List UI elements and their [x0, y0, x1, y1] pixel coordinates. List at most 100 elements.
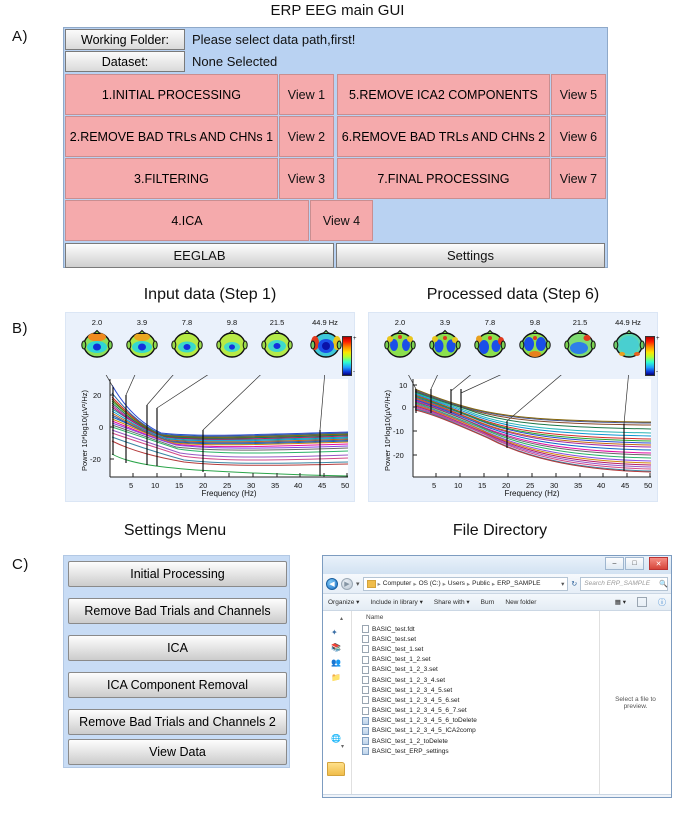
file-icon — [362, 686, 369, 695]
settings-button-initial-processing[interactable]: Initial Processing — [68, 561, 287, 587]
list-item[interactable]: BASIC_test_1_2_3_4_5.set — [362, 685, 599, 695]
explorer-body: ▴ ✦ 📚 👥 📁 🌐 ▾ Name BASIC_test.fdt BASIC_… — [323, 611, 671, 794]
breadcrumb-item-computer[interactable]: Computer — [383, 580, 412, 587]
list-item[interactable]: BASIC_test_1.set — [362, 644, 599, 654]
homegroup-icon[interactable]: 👥 — [331, 658, 351, 667]
maximize-icon[interactable]: □ — [625, 557, 644, 570]
topoplot-row-processed: 2.0 3.9 7.8 9.8 21.5 44.9 Hz + - — [369, 318, 660, 380]
step-button-2[interactable]: 2.REMOVE BAD TRLs AND CHNs 1 — [65, 116, 278, 157]
toolbar-new-folder[interactable]: New folder — [505, 599, 536, 606]
settings-button-ica-component-removal[interactable]: ICA Component Removal — [68, 672, 287, 698]
y-tick: -10 — [393, 427, 404, 436]
topoplot-head-icon — [613, 329, 645, 358]
step-button-6[interactable]: 6.REMOVE BAD TRLs AND CHNs 2 — [337, 116, 550, 157]
step-button-1[interactable]: 1.INITIAL PROCESSING — [65, 74, 278, 115]
y-tick: -20 — [393, 451, 404, 460]
breadcrumb-item-erp-sample[interactable]: ERP_SAMPLE — [497, 580, 540, 587]
list-item[interactable]: BASIC_test_1_2_3_4_5_ICA2comp — [362, 726, 599, 736]
computer-folder-icon[interactable]: 📁 — [331, 673, 351, 682]
step-grid: 1.INITIAL PROCESSING View 1 5.REMOVE ICA… — [65, 74, 606, 242]
breadcrumb[interactable]: ▸ Computer ▸ OS (C:) ▸ Users ▸ Public ▸ … — [362, 576, 569, 591]
view-button-6[interactable]: View 6 — [550, 116, 606, 157]
list-item[interactable]: BASIC_test_1_2_3.set — [362, 665, 599, 675]
breadcrumb-separator: ▸ — [413, 580, 417, 588]
y-tick: 0 — [99, 423, 104, 432]
libraries-icon[interactable]: 📚 — [331, 643, 351, 652]
step-button-4[interactable]: 4.ICA — [65, 200, 309, 241]
view-button-7[interactable]: View 7 — [550, 158, 606, 199]
topo-freq-label: 44.9 Hz — [615, 318, 641, 327]
list-item[interactable]: BASIC_test_1_2_toDelete — [362, 736, 599, 746]
collapse-caret-icon[interactable]: ▴ — [340, 615, 351, 622]
file-icon — [362, 655, 369, 664]
view-layout-icon[interactable]: ▦ ▾ — [615, 598, 626, 606]
panel-c-settings-and-files: C) Settings Menu File Directory Initial … — [0, 522, 675, 814]
working-folder-button[interactable]: Working Folder: — [65, 29, 185, 50]
mat-file-icon — [362, 737, 369, 746]
step-button-3[interactable]: 3.FILTERING — [65, 158, 278, 199]
search-input[interactable]: Search ERP_SAMPLE — [580, 576, 669, 591]
file-directory-title: File Directory — [452, 522, 548, 539]
favorites-icon[interactable]: ✦ — [331, 628, 351, 637]
view-button-1[interactable]: View 1 — [278, 74, 334, 115]
topo-freq-label: 21.5 — [572, 318, 588, 327]
list-item[interactable]: BASIC_test.set — [362, 634, 599, 644]
view-button-3[interactable]: View 3 — [278, 158, 334, 199]
list-item[interactable]: BASIC_test_1_2_3_4_5_6_toDelete — [362, 716, 599, 726]
column-header-name[interactable]: Name — [366, 614, 599, 621]
settings-button-remove-bad-trials-channels-2[interactable]: Remove Bad Trials and Channels 2 — [68, 709, 287, 735]
list-item[interactable]: BASIC_test_1_2_3_4_5_6.set — [362, 695, 599, 705]
topoplot-head-icon — [564, 329, 596, 358]
settings-button[interactable]: Settings — [336, 243, 605, 268]
preview-pane-icon[interactable] — [637, 597, 647, 607]
refresh-icon[interactable]: ↻ — [571, 580, 577, 588]
toolbar-organize[interactable]: Organize ▾ — [328, 598, 359, 606]
explorer-status-bar: 13 items State: 👥 Shared — [323, 794, 671, 797]
settings-button-view-data[interactable]: View Data — [68, 739, 287, 765]
view-button-4[interactable]: View 4 — [310, 200, 373, 241]
file-explorer-window: – □ ✕ ◀ ▶ ▾ ▸ Computer ▸ OS (C:) ▸ Users… — [322, 555, 672, 798]
breadcrumb-dropdown-icon[interactable]: ▾ — [561, 580, 564, 588]
step-button-7[interactable]: 7.FINAL PROCESSING — [337, 158, 550, 199]
step-button-5[interactable]: 5.REMOVE ICA2 COMPONENTS — [337, 74, 550, 115]
settings-button-ica[interactable]: ICA — [68, 635, 287, 661]
y-tick: 0 — [402, 403, 407, 412]
breadcrumb-item-users[interactable]: Users — [448, 580, 465, 587]
topo-freq-label: 21.5 — [269, 318, 285, 327]
file-name: BASIC_test_1_2.set — [372, 656, 431, 664]
back-arrow-icon[interactable]: ◀ — [326, 577, 338, 590]
list-item[interactable]: BASIC_test_1_2_3_4.set — [362, 675, 599, 685]
list-item[interactable]: BASIC_test.fdt — [362, 624, 599, 634]
step-row-3: 3.FILTERING View 3 7.FINAL PROCESSING Vi… — [65, 158, 606, 199]
explorer-titlebar[interactable]: – □ ✕ — [323, 556, 671, 574]
y-axis-label: Power 10*log10(µV²/Hz) — [383, 389, 392, 471]
mat-file-icon — [362, 716, 369, 725]
panel-a-gui: A) ERP EEG main GUI Working Folder: Plea… — [0, 0, 675, 276]
toolbar-burn[interactable]: Burn — [481, 599, 495, 606]
topo-freq-label: 3.9 — [136, 318, 148, 327]
view-button-2[interactable]: View 2 — [278, 116, 334, 157]
spectrum-plot-input: 2.0 3.9 7.8 9.8 21.5 44.9 Hz + - 5 10 15… — [65, 312, 357, 502]
dataset-button[interactable]: Dataset: — [65, 51, 185, 72]
help-icon[interactable]: ⓘ — [658, 597, 666, 608]
toolbar-include-in-library[interactable]: Include in library ▾ — [370, 598, 422, 606]
topoplot-head-icon — [81, 329, 113, 358]
breadcrumb-item-os-c[interactable]: OS (C:) — [419, 580, 441, 587]
eeglab-button[interactable]: EEGLAB — [65, 243, 334, 268]
close-icon[interactable]: ✕ — [649, 557, 668, 570]
network-icon[interactable]: 🌐 — [331, 734, 351, 743]
toolbar-share-with[interactable]: Share with ▾ — [434, 598, 470, 606]
panel-a-letter: A) — [12, 28, 28, 45]
expand-caret-icon[interactable]: ▾ — [341, 743, 351, 750]
list-item[interactable]: BASIC_test_ERP_settings — [362, 746, 599, 756]
settings-button-remove-bad-trials-channels[interactable]: Remove Bad Trials and Channels — [68, 598, 287, 624]
forward-arrow-icon[interactable]: ▶ — [341, 577, 353, 590]
panel-c-letter: C) — [12, 556, 29, 573]
list-item[interactable]: BASIC_test_1_2_3_4_5_6_7.set — [362, 706, 599, 716]
working-folder-row: Working Folder: Please select data path,… — [64, 28, 607, 50]
breadcrumb-item-public[interactable]: Public — [472, 580, 490, 587]
minimize-icon[interactable]: – — [605, 557, 624, 570]
view-button-5[interactable]: View 5 — [550, 74, 606, 115]
list-item[interactable]: BASIC_test_1_2.set — [362, 655, 599, 665]
chevron-down-icon[interactable]: ▾ — [356, 580, 360, 588]
